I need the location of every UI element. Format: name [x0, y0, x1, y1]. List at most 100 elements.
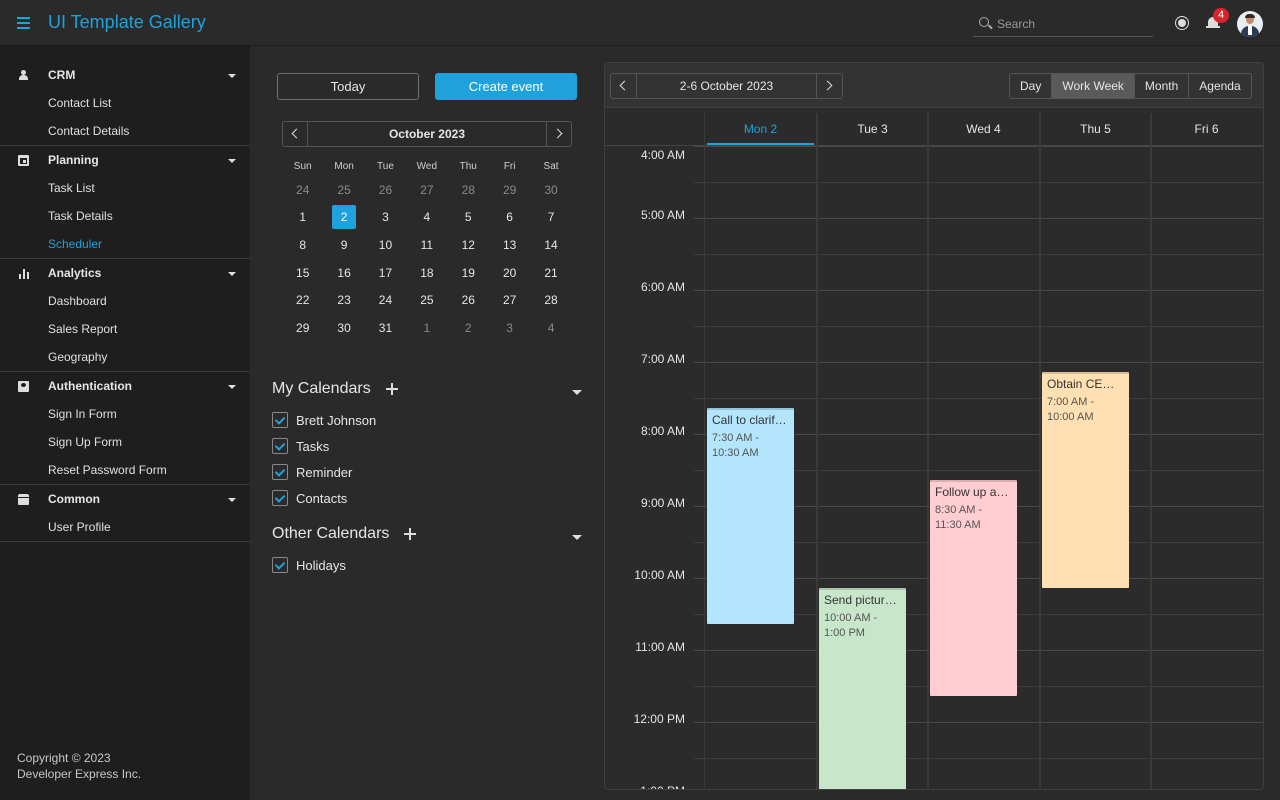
nav-group-header-authentication[interactable]: Authentication — [0, 372, 250, 400]
mini-calendar-day[interactable]: 9 — [323, 238, 364, 252]
add-icon[interactable] — [404, 528, 416, 540]
sidebar-item-user-profile[interactable]: User Profile — [0, 513, 250, 541]
sidebar-item-task-list[interactable]: Task List — [0, 174, 250, 202]
view-month-button[interactable]: Month — [1133, 74, 1188, 98]
mini-calendar-day[interactable]: 2 — [448, 321, 489, 335]
sidebar-item-contact-details[interactable]: Contact Details — [0, 117, 250, 145]
calendar-checkbox[interactable] — [272, 464, 288, 480]
mini-calendar-day[interactable]: 24 — [282, 183, 323, 197]
nav-group-header-crm[interactable]: CRM — [0, 61, 250, 89]
day-number: 18 — [420, 265, 434, 280]
mini-calendar-day[interactable]: 11 — [406, 238, 447, 252]
sidebar-item-sign-in-form[interactable]: Sign In Form — [0, 400, 250, 428]
menu-icon[interactable] — [14, 13, 34, 33]
sidebar-item-scheduler[interactable]: Scheduler — [0, 230, 250, 258]
mini-calendar-caption[interactable]: October 2023 — [308, 127, 546, 141]
mini-calendar-day[interactable]: 17 — [365, 266, 406, 280]
chevron-down-icon[interactable] — [572, 535, 582, 540]
mini-calendar-day[interactable]: 3 — [489, 321, 530, 335]
appointment[interactable]: Follow up a… 8:30 AM - 11:30 AM — [930, 480, 1017, 696]
create-event-button[interactable]: Create event — [435, 73, 577, 100]
mini-calendar-day[interactable]: 5 — [448, 210, 489, 224]
day-number: 21 — [544, 265, 558, 280]
mini-calendar-day[interactable]: 15 — [282, 266, 323, 280]
time-slot-line — [694, 326, 1263, 327]
mini-calendar-day[interactable]: 14 — [530, 238, 571, 252]
mini-calendar-day[interactable]: 28 — [448, 183, 489, 197]
day-number: 29 — [502, 182, 517, 197]
mini-calendar-day[interactable]: 24 — [365, 293, 406, 307]
search-input[interactable] — [997, 15, 1147, 33]
mini-calendar-day[interactable]: 4 — [530, 321, 571, 335]
mini-calendar-day[interactable]: 30 — [323, 321, 364, 335]
mini-calendar-day[interactable]: 25 — [406, 293, 447, 307]
next-week-button[interactable] — [816, 74, 842, 98]
mini-calendar-day[interactable]: 28 — [530, 293, 571, 307]
day-number: 28 — [544, 293, 558, 308]
calendar-checkbox[interactable] — [272, 557, 288, 573]
mini-calendar-day[interactable]: 12 — [448, 238, 489, 252]
appointment[interactable]: Send pictur… 10:00 AM - 1:00 PM — [819, 588, 906, 789]
sidebar-item-sales-report[interactable]: Sales Report — [0, 315, 250, 343]
mini-calendar-day[interactable]: 27 — [406, 183, 447, 197]
view-work-week-button[interactable]: Work Week — [1051, 74, 1134, 98]
mini-calendar-day[interactable]: 1 — [282, 210, 323, 224]
prev-week-button[interactable] — [611, 74, 637, 98]
mini-calendar-day[interactable]: 13 — [489, 238, 530, 252]
mini-calendar-day[interactable]: 20 — [489, 266, 530, 280]
nav-group-header-common[interactable]: Common — [0, 485, 250, 513]
theme-toggle-icon[interactable] — [1174, 15, 1190, 31]
day-column-divider — [1039, 113, 1041, 789]
mini-calendar-day[interactable]: 8 — [282, 238, 323, 252]
appointment[interactable]: Call to clarif… 7:30 AM - 10:30 AM — [707, 408, 794, 624]
date-range-caption[interactable]: 2-6 October 2023 — [637, 79, 816, 93]
calendar-checkbox[interactable] — [272, 490, 288, 506]
sidebar-item-reset-password-form[interactable]: Reset Password Form — [0, 456, 250, 484]
mini-calendar-day[interactable]: 29 — [489, 183, 530, 197]
mini-calendar-day[interactable]: 25 — [323, 183, 364, 197]
my-calendars-title: My Calendars — [272, 380, 371, 397]
mini-calendar-day[interactable]: 18 — [406, 266, 447, 280]
sidebar-item-sign-up-form[interactable]: Sign Up Form — [0, 428, 250, 456]
mini-calendar-day[interactable]: 10 — [365, 238, 406, 252]
add-icon[interactable] — [386, 383, 398, 395]
avatar[interactable] — [1237, 11, 1263, 37]
today-button[interactable]: Today — [277, 73, 419, 100]
nav-group-header-analytics[interactable]: Analytics — [0, 259, 250, 287]
mini-calendar-day[interactable]: 19 — [448, 266, 489, 280]
mini-calendar-day[interactable]: 23 — [323, 293, 364, 307]
mini-calendar-day[interactable]: 31 — [365, 321, 406, 335]
calendar-checkbox[interactable] — [272, 438, 288, 454]
time-slot-line — [694, 362, 1263, 363]
prev-month-button[interactable] — [283, 122, 308, 146]
mini-calendar-day[interactable]: 22 — [282, 293, 323, 307]
mini-calendar-day[interactable]: 26 — [365, 183, 406, 197]
mini-calendar-week: 29 30 31 1 2 3 4 — [282, 314, 572, 342]
mini-calendar-day[interactable]: 26 — [448, 293, 489, 307]
mini-calendar-day[interactable]: 27 — [489, 293, 530, 307]
sidebar-item-dashboard[interactable]: Dashboard — [0, 287, 250, 315]
day-number: 11 — [420, 237, 434, 252]
sidebar-item-geography[interactable]: Geography — [0, 343, 250, 371]
mini-calendar-day[interactable]: 21 — [530, 266, 571, 280]
appointment[interactable]: Obtain CE… 7:00 AM - 10:00 AM — [1042, 372, 1129, 588]
view-agenda-button[interactable]: Agenda — [1188, 74, 1250, 98]
mini-calendar-day[interactable]: 29 — [282, 321, 323, 335]
next-month-button[interactable] — [546, 122, 571, 146]
search-box[interactable] — [973, 10, 1153, 37]
mini-calendar-day[interactable]: 1 — [406, 321, 447, 335]
nav-group-header-planning[interactable]: Planning — [0, 146, 250, 174]
chevron-down-icon[interactable] — [572, 390, 582, 395]
mini-calendar-day[interactable]: 4 — [406, 210, 447, 224]
mini-calendar-day[interactable]: 30 — [530, 183, 571, 197]
mini-calendar-day[interactable]: 6 — [489, 210, 530, 224]
mini-calendar-day[interactable]: 3 — [365, 210, 406, 224]
mini-calendar-day[interactable]: 16 — [323, 266, 364, 280]
sidebar-item-contact-list[interactable]: Contact List — [0, 89, 250, 117]
calendar-checkbox[interactable] — [272, 412, 288, 428]
mini-calendar-day[interactable]: 7 — [530, 210, 571, 224]
sidebar-item-task-details[interactable]: Task Details — [0, 202, 250, 230]
nav-group-label: CRM — [48, 68, 76, 82]
mini-calendar-day[interactable]: 2 — [323, 205, 364, 230]
view-day-button[interactable]: Day — [1010, 74, 1051, 98]
